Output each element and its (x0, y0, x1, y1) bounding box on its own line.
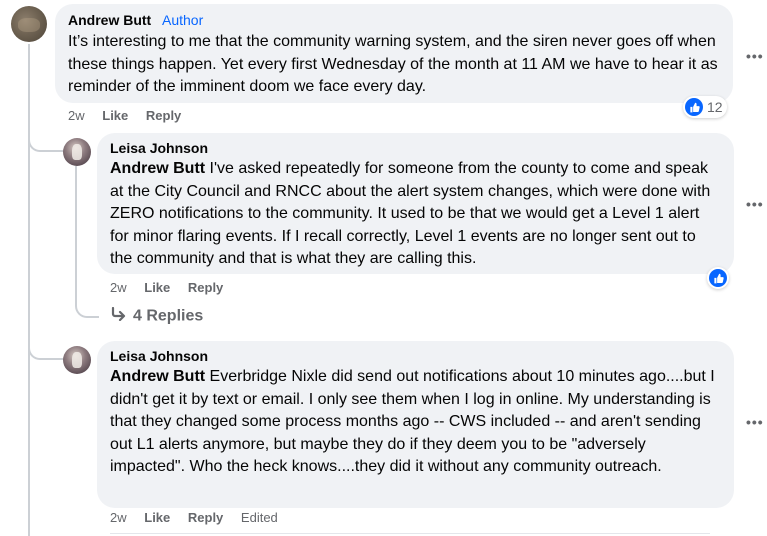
edited-label: Edited (240, 510, 278, 525)
comment-actions: 2w Like Reply (68, 108, 181, 123)
mention-link[interactable]: Andrew Butt (110, 368, 205, 385)
comment-text: Andrew Butt I've asked repeatedly for so… (110, 160, 711, 267)
thread-line-reply-1 (75, 166, 77, 296)
divider (110, 533, 710, 534)
more-options-icon[interactable]: ••• (746, 48, 764, 64)
avatar[interactable] (63, 346, 91, 374)
comment-text: Andrew Butt Everbridge Nixle did send ou… (110, 368, 715, 475)
like-reaction-icon (685, 98, 703, 116)
reply-arrow-icon (111, 306, 127, 326)
like-button[interactable]: Like (144, 280, 170, 295)
reply-button[interactable]: Reply (188, 510, 223, 525)
reaction-summary[interactable] (707, 267, 729, 289)
comment-timestamp[interactable]: 2w (68, 108, 85, 123)
reply-button[interactable]: Reply (188, 280, 223, 295)
comment-timestamp[interactable]: 2w (110, 510, 127, 525)
reaction-count: 12 (707, 99, 723, 115)
thread-connector-view-replies (75, 296, 99, 318)
like-button[interactable]: Like (102, 108, 128, 123)
author-badge: Author (162, 12, 204, 28)
thread-connector-reply-2 (28, 338, 64, 360)
thread-line-main (28, 44, 30, 536)
comment-actions: 2w Like Reply Edited (110, 510, 278, 525)
reply-button[interactable]: Reply (146, 108, 181, 123)
thread-connector-reply-1 (28, 130, 64, 152)
comment-actions: 2w Like Reply (110, 280, 223, 295)
avatar[interactable] (63, 138, 91, 166)
reaction-summary[interactable]: 12 (683, 96, 727, 118)
comment-text: It’s interesting to me that the communit… (68, 33, 718, 95)
mention-link[interactable]: Andrew Butt (110, 160, 205, 177)
comment-author[interactable]: Leisa Johnson (110, 140, 208, 156)
like-button[interactable]: Like (144, 510, 170, 525)
comment-author[interactable]: Leisa Johnson (110, 348, 208, 364)
more-options-icon[interactable]: ••• (746, 414, 764, 430)
more-options-icon[interactable]: ••• (746, 196, 764, 212)
comment-author[interactable]: Andrew Butt (68, 12, 151, 28)
like-reaction-icon (709, 269, 727, 287)
avatar[interactable] (11, 6, 47, 42)
comment-timestamp[interactable]: 2w (110, 280, 127, 295)
view-replies-button[interactable]: 4 Replies (111, 306, 204, 326)
view-replies-label: 4 Replies (133, 307, 204, 325)
